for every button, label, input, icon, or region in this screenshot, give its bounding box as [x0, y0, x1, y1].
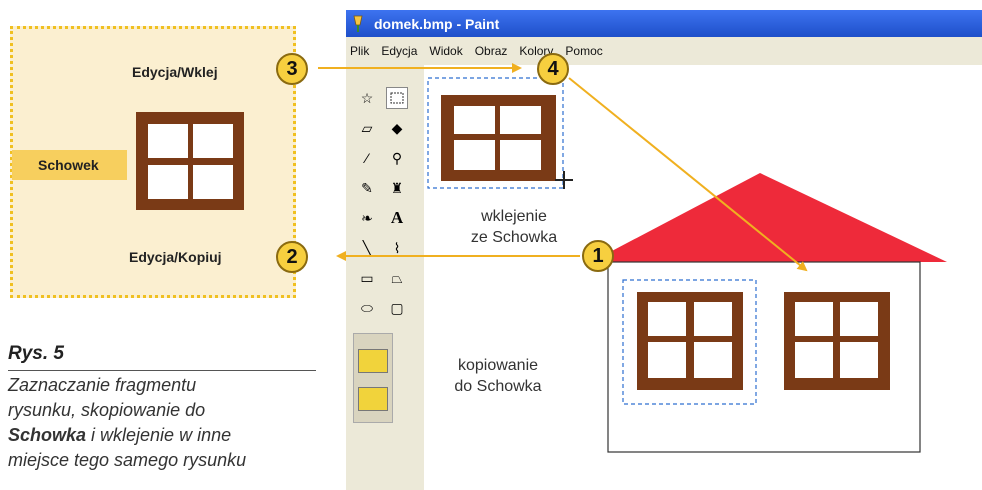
menu-edycja[interactable]: Edycja — [375, 44, 423, 58]
clipboard-tag: Schowek — [12, 150, 127, 180]
step-1-badge: 1 — [582, 240, 614, 272]
copy-caption: kopiowanie do Schowka — [428, 355, 568, 397]
copy-caption-line-1: kopiowanie — [457, 357, 539, 374]
transparent-mode-icon[interactable] — [358, 387, 388, 411]
caption-divider — [8, 370, 316, 371]
step-3-badge: 3 — [276, 53, 308, 85]
pencil-tool-icon[interactable]: ✎ — [356, 177, 378, 199]
toolbox: ☆ ▱ ◆ ⁄ ⚲ ✎ ♜ ❧ A ╲ ⌇ ▭ ⏢ ⬭ ▢ — [346, 65, 424, 490]
step-4-badge: 4 — [537, 53, 569, 85]
brush-tool-icon[interactable]: ♜ — [386, 177, 408, 199]
menu-bar: Plik Edycja Widok Obraz Kolory Pomoc — [346, 37, 982, 65]
menu-widok[interactable]: Widok — [423, 44, 468, 58]
paste-step-label: Edycja/Wklej — [132, 64, 218, 80]
paste-caption-line-2: ze Schowka — [470, 229, 558, 246]
eraser-tool-icon[interactable]: ▱ — [356, 117, 378, 139]
menu-obraz[interactable]: Obraz — [469, 44, 514, 58]
drawing-canvas[interactable] — [424, 65, 982, 490]
caption-line-3: Schowka i wklejenie w inne — [8, 423, 308, 448]
caption-line-1: Zaznaczanie fragmentu — [8, 375, 197, 395]
window-title: domek.bmp - Paint — [374, 15, 500, 32]
caption-line-2: rysunku, skopiowanie do — [8, 400, 206, 420]
ellipse-tool-icon[interactable]: ⬭ — [356, 297, 378, 319]
figure-caption: Zaznaczanie fragmentu rysunku, skopiowan… — [8, 373, 308, 473]
clipboard-label: Schowek — [38, 157, 99, 173]
paste-caption-line-1: wklejenie — [481, 208, 547, 225]
magnifier-tool-icon[interactable]: ⚲ — [386, 147, 408, 169]
curve-tool-icon[interactable]: ⌇ — [386, 237, 408, 259]
window-titlebar[interactable]: domek.bmp - Paint — [346, 10, 982, 37]
opaque-mode-icon[interactable] — [358, 349, 388, 373]
caption-line-3-rest: i wklejenie w inne — [86, 425, 232, 445]
caption-bold-word: Schowka — [8, 425, 87, 445]
airbrush-tool-icon[interactable]: ❧ — [356, 207, 378, 229]
polygon-tool-icon[interactable]: ⏢ — [386, 267, 408, 289]
copy-caption-line-2: do Schowka — [454, 378, 542, 395]
step-2-badge: 2 — [276, 241, 308, 273]
fill-tool-icon[interactable]: ◆ — [386, 117, 408, 139]
figure-title: Rys. 5 — [8, 343, 64, 364]
menu-pomoc[interactable]: Pomoc — [559, 44, 608, 58]
caption-line-4: miejsce tego samego rysunku — [8, 450, 247, 470]
text-tool-icon[interactable]: A — [386, 207, 408, 229]
color-picker-tool-icon[interactable]: ⁄ — [356, 147, 378, 169]
rounded-rect-tool-icon[interactable]: ▢ — [386, 297, 408, 319]
paste-caption: wklejenie ze Schowka — [444, 206, 584, 248]
rect-select-tool-icon[interactable] — [386, 87, 408, 109]
line-tool-icon[interactable]: ╲ — [356, 237, 378, 259]
copy-step-label: Edycja/Kopiuj — [129, 249, 222, 265]
paint-app-icon — [353, 15, 363, 32]
rectangle-tool-icon[interactable]: ▭ — [356, 267, 378, 289]
menu-plik[interactable]: Plik — [346, 44, 375, 58]
free-select-tool-icon[interactable]: ☆ — [356, 87, 378, 109]
